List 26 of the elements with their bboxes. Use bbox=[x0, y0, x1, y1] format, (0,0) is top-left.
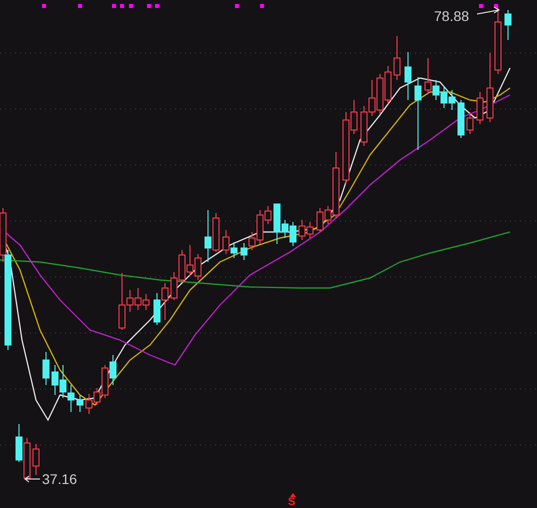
signal-marker bbox=[112, 4, 116, 8]
triangle-icon bbox=[290, 493, 296, 497]
candlestick bbox=[466, 112, 474, 134]
candlestick bbox=[404, 52, 412, 100]
signal-marker bbox=[155, 4, 159, 8]
signal-marker bbox=[235, 4, 239, 8]
signal-marker bbox=[260, 4, 264, 8]
candlestick bbox=[458, 100, 464, 138]
candlestick bbox=[76, 394, 84, 412]
candlestick bbox=[42, 352, 50, 386]
signal-marker bbox=[494, 4, 498, 8]
signal-marker bbox=[147, 4, 151, 8]
candlestick bbox=[394, 36, 400, 80]
candlestick bbox=[32, 444, 40, 476]
arrow-icon bbox=[476, 6, 500, 14]
signal-marker bbox=[479, 4, 483, 8]
sell-signal: S bbox=[288, 496, 296, 508]
signal-marker bbox=[42, 4, 46, 8]
candlestick bbox=[504, 10, 512, 40]
signal-marker bbox=[120, 4, 124, 8]
high-price-label: 78.88 bbox=[434, 8, 470, 24]
low-price-label: 37.16 bbox=[42, 471, 78, 487]
arrow-icon bbox=[24, 476, 40, 482]
signal-marker bbox=[78, 4, 82, 8]
candlestick bbox=[476, 92, 484, 124]
signal-marker bbox=[129, 4, 133, 8]
